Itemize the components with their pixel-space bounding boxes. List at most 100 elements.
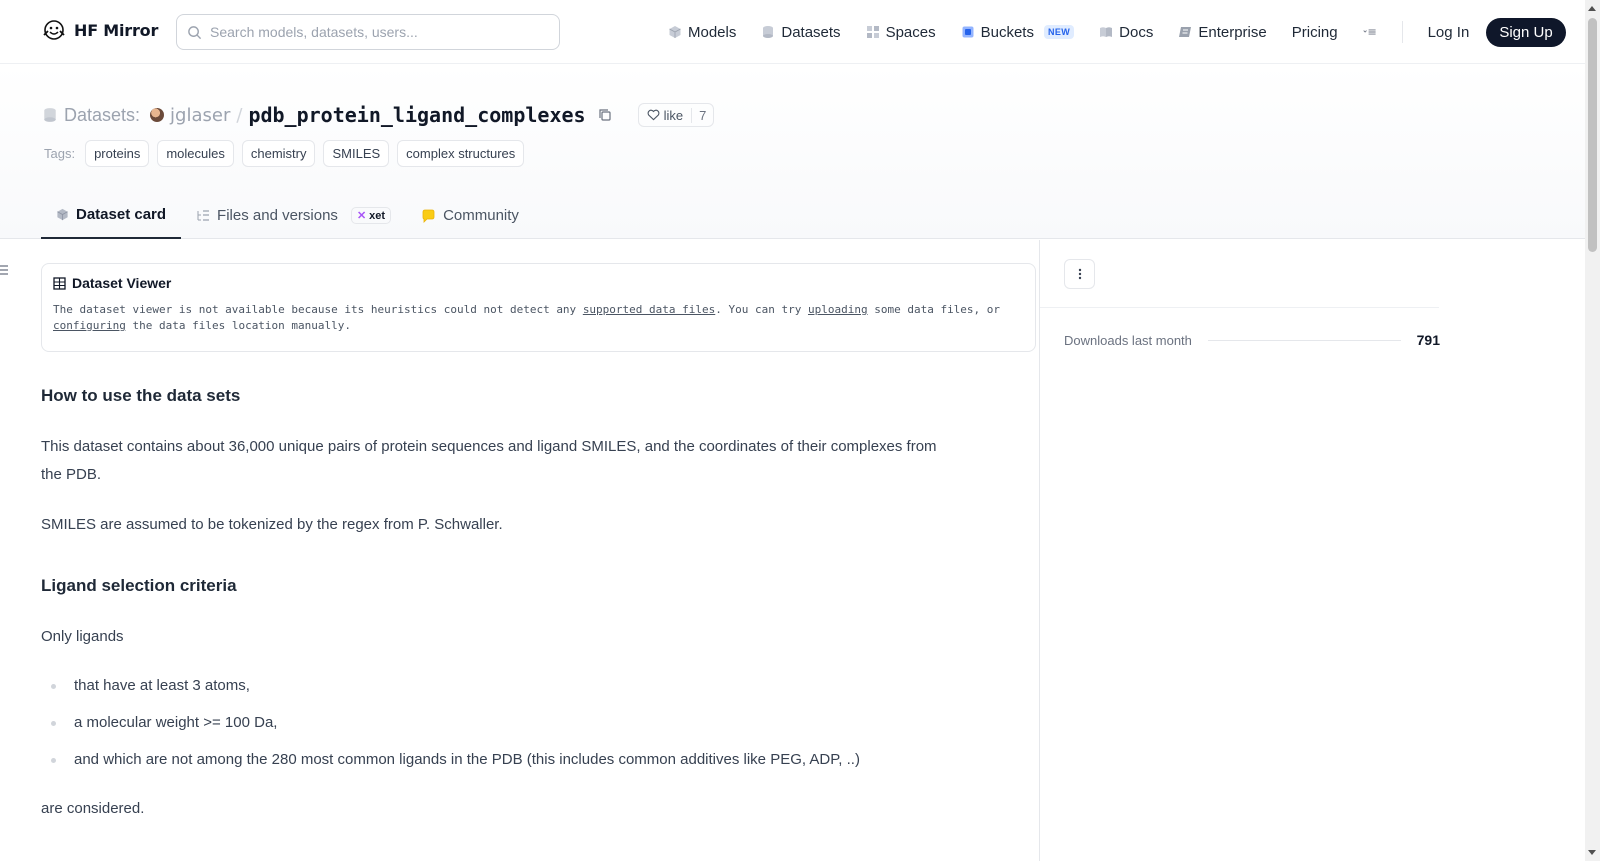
database-icon <box>763 26 774 38</box>
downloads-label: Downloads last month <box>1064 332 1192 348</box>
file-tree-icon <box>197 210 210 221</box>
dataset-viewer-panel: Dataset Viewer The dataset viewer is not… <box>41 263 1036 352</box>
nav-divider <box>1401 21 1403 43</box>
list-item: and which are not among the 280 most com… <box>41 745 860 782</box>
scrollbar-thumb[interactable] <box>1588 18 1597 252</box>
downloads-sparkline <box>1207 339 1401 341</box>
page-scrollbar[interactable] <box>1585 0 1600 861</box>
tag-chemistry[interactable]: chemistry <box>241 140 316 167</box>
nav-buckets-label: Buckets <box>980 23 1034 41</box>
dataset-viewer-header: Dataset Viewer <box>53 275 1024 291</box>
owner-avatar[interactable] <box>150 108 165 122</box>
book-icon <box>1100 27 1113 37</box>
xet-icon: ✕ <box>356 210 367 222</box>
dataset-card-content: Dataset Viewer The dataset viewer is not… <box>41 240 1039 861</box>
nav-docs-label: Docs <box>1119 23 1154 41</box>
nav-enterprise-label: Enterprise <box>1198 23 1267 41</box>
repo-tabs: Dataset card Files and versions ✕ xet Co… <box>41 192 534 239</box>
tab-files-label: Files and versions <box>217 207 338 224</box>
signup-button[interactable]: Sign Up <box>1486 17 1566 47</box>
nav-models-label: Models <box>688 23 737 41</box>
nav-models[interactable]: Models <box>668 24 736 41</box>
tab-dataset-card-label: Dataset card <box>76 206 167 223</box>
nav-enterprise[interactable]: Enterprise <box>1178 23 1267 41</box>
search-icon <box>188 25 202 39</box>
login-label: Log In <box>1427 23 1470 41</box>
downloads-stat: Downloads last month 791 <box>1064 332 1440 348</box>
login-link[interactable]: Log In <box>1428 24 1470 41</box>
like-button[interactable]: like 7 <box>637 103 715 127</box>
scroll-down-arrow-icon[interactable] <box>1588 850 1596 855</box>
tag-proteins[interactable]: proteins <box>85 140 150 167</box>
new-badge: NEW <box>1043 25 1075 39</box>
sidebar-toggle-icon[interactable] <box>0 264 10 276</box>
table-icon <box>53 276 66 290</box>
viewer-msg-part3: some data files, or <box>867 303 1001 316</box>
heading-ligand-criteria: Ligand selection criteria <box>41 576 237 595</box>
search-input[interactable] <box>210 24 540 40</box>
community-chat-icon <box>422 209 435 223</box>
tab-files-and-versions[interactable]: Files and versions ✕ xet <box>181 192 406 239</box>
nav-spaces-label: Spaces <box>885 23 936 41</box>
dataset-sidebar: Downloads last month 791 <box>1039 240 1585 861</box>
kebab-menu-icon <box>1078 268 1081 280</box>
paragraph-only-ligands: Only ligands <box>41 628 124 645</box>
search-box[interactable] <box>176 14 560 50</box>
like-action[interactable]: like <box>639 108 692 123</box>
supported-data-files-link[interactable]: supported data files <box>583 303 715 316</box>
more-menu-button[interactable] <box>1362 25 1377 39</box>
bucket-icon <box>962 26 974 38</box>
like-label: like <box>663 107 684 123</box>
xet-badge: ✕ xet <box>350 207 392 224</box>
top-navbar: HF Mirror Models Datasets Spaces Buckets… <box>0 0 1585 64</box>
copy-icon[interactable] <box>598 108 612 122</box>
tag-complex-structures[interactable]: complex structures <box>397 140 525 167</box>
configuring-link[interactable]: configuring <box>53 319 126 332</box>
paragraph-usage-line2: the PDB. <box>41 466 102 483</box>
logo-link[interactable]: HF Mirror <box>42 18 158 42</box>
tag-smiles[interactable]: SMILES <box>323 140 390 167</box>
nav-datasets-label: Datasets <box>781 23 841 41</box>
enterprise-icon <box>1179 27 1192 37</box>
nav-docs[interactable]: Docs <box>1099 24 1153 41</box>
list-item: that have at least 3 atoms, <box>41 671 860 708</box>
cube-icon <box>669 26 681 38</box>
tags-row: Tags: proteins molecules chemistry SMILE… <box>44 140 525 167</box>
more-menu-icon <box>1362 29 1376 35</box>
repo-type-label[interactable]: Datasets: <box>64 105 140 126</box>
nav-spaces[interactable]: Spaces <box>866 24 936 41</box>
spaces-grid-icon <box>866 26 879 38</box>
dataset-viewer-title: Dataset Viewer <box>72 275 172 291</box>
uploading-link[interactable]: uploading <box>808 303 868 316</box>
xet-label: xet <box>369 209 386 222</box>
sidebar-divider <box>1040 307 1439 308</box>
list-item: a molecular weight >= 100 Da, <box>41 708 860 745</box>
repo-title-row: Datasets: jglaser / pdb_protein_ligand_c… <box>42 102 715 128</box>
database-icon <box>44 108 56 122</box>
paragraph-considered: are considered. <box>41 800 145 817</box>
more-options-button[interactable] <box>1064 259 1095 289</box>
nav-pricing[interactable]: Pricing <box>1292 24 1338 41</box>
criteria-list: that have at least 3 atoms, a molecular … <box>41 671 860 782</box>
heading-how-to-use: How to use the data sets <box>41 386 241 405</box>
tag-molecules[interactable]: molecules <box>157 140 234 167</box>
repo-header: Datasets: jglaser / pdb_protein_ligand_c… <box>0 64 1585 239</box>
tab-dataset-card[interactable]: Dataset card <box>41 192 182 239</box>
breadcrumb-separator: / <box>236 104 243 126</box>
tab-community[interactable]: Community <box>406 192 534 239</box>
tab-community-label: Community <box>443 207 519 224</box>
scroll-up-arrow-icon[interactable] <box>1588 6 1596 11</box>
repo-name[interactable]: pdb_protein_ligand_complexes <box>248 103 585 127</box>
cube-icon <box>57 208 68 221</box>
paragraph-smiles: SMILES are assumed to be tokenized by th… <box>41 516 503 533</box>
repo-owner-link[interactable]: jglaser <box>170 105 230 126</box>
nav-datasets[interactable]: Datasets <box>761 23 841 41</box>
hf-logo-icon <box>43 20 65 40</box>
logo-text: HF Mirror <box>74 20 159 40</box>
heart-icon <box>647 109 660 121</box>
main-nav: Models Datasets Spaces Buckets NEW Docs … <box>668 0 1566 64</box>
like-count[interactable]: 7 <box>691 107 713 123</box>
viewer-msg-part2: . You can try <box>715 303 808 316</box>
nav-buckets[interactable]: Buckets NEW <box>961 24 1075 41</box>
tags-label: Tags: <box>44 146 76 161</box>
